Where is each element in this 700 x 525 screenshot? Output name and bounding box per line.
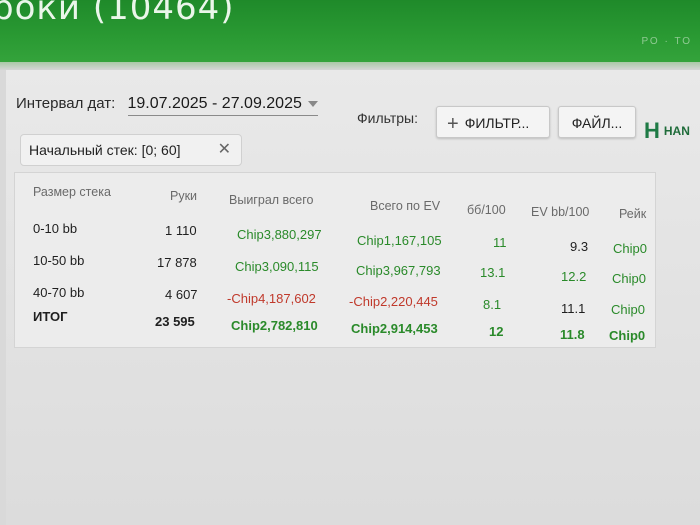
brand-text: HAN	[663, 124, 690, 138]
date-range-value: 19.07.2025 - 27.09.2025	[127, 95, 302, 112]
table-total-ev-bb100: 11.8	[560, 327, 585, 342]
table-cell-won: Chip3,090,115	[235, 259, 319, 274]
page-title: роки (10464)	[0, 0, 235, 28]
header-right-text: РО · ТО	[641, 36, 692, 47]
table-total-rake: Chip0	[609, 328, 646, 343]
table-cell-hands: 17 878	[157, 255, 197, 270]
header-shadow	[0, 62, 700, 70]
plus-icon: +	[447, 113, 459, 135]
table-cell-ev-bb100: 11.1	[561, 301, 586, 316]
filters-label: Фильтры:	[357, 110, 418, 126]
brand-logo: H HAN	[644, 118, 690, 144]
table-cell-bb100: 8.1	[483, 297, 502, 312]
date-interval-row: Интервал дат: 19.07.2025 - 27.09.2025	[16, 95, 318, 116]
table-cell-won: Chip3,880,297	[237, 227, 322, 242]
table-total-hands: 23 595	[155, 314, 195, 329]
brand-h-icon: H	[644, 118, 660, 143]
col-header-ev-bb100[interactable]: EV bb/100	[531, 205, 589, 219]
table-cell-ev: -Chip2,220,445	[349, 294, 438, 309]
date-range-select[interactable]: 19.07.2025 - 27.09.2025	[127, 95, 318, 116]
col-header-won-total[interactable]: Выиграл всего	[229, 193, 313, 207]
table-cell-rake: Chip0	[611, 302, 645, 317]
add-filter-label: ФИЛЬТР...	[464, 115, 530, 131]
table-cell-hands: 4 607	[165, 287, 198, 302]
table-cell-ev-bb100: 12.2	[561, 269, 587, 284]
active-filter-chip[interactable]: Начальный стек: [0; 60] ✕	[20, 134, 242, 166]
table-cell-hands: 1 110	[165, 223, 197, 238]
table-cell-rake: Chip0	[613, 241, 647, 256]
table-cell-won: -Chip4,187,602	[227, 291, 316, 306]
col-header-bb100[interactable]: бб/100	[467, 203, 506, 217]
table-total-bb100: 12	[489, 324, 504, 339]
interval-label: Интервал дат:	[16, 95, 116, 112]
table-total-ev: Chip2,914,453	[351, 321, 438, 336]
chevron-down-icon	[307, 100, 318, 107]
table-cell-bb100: 11	[493, 235, 507, 250]
table-cell-bb100: 13.1	[480, 265, 506, 280]
table-cell-ev: Chip3,967,793	[356, 263, 441, 278]
col-header-ev-total[interactable]: Всего по EV	[370, 199, 440, 213]
add-filter-button[interactable]: + ФИЛЬТР...	[436, 106, 550, 138]
col-header-rake[interactable]: Рейк	[619, 207, 646, 221]
app-header: роки (10464) РО · ТО	[0, 0, 700, 62]
file-button-label: ФАЙЛ...	[571, 115, 623, 131]
table-cell-size: 40-70 bb	[33, 285, 85, 300]
table-cell-size: 0-10 bb	[33, 221, 78, 236]
stats-table: Размер стека Руки Выиграл всего Всего по…	[14, 172, 656, 348]
table-cell-ev: Chip1,167,105	[357, 233, 442, 248]
table-cell-rake: Chip0	[612, 271, 646, 286]
table-total-won: Chip2,782,810	[231, 318, 318, 333]
table-cell-ev-bb100: 9.3	[570, 239, 589, 254]
table-cell-size: 10-50 bb	[33, 253, 85, 268]
file-button[interactable]: ФАЙЛ...	[558, 106, 636, 138]
close-icon[interactable]: ✕	[218, 135, 231, 165]
col-header-hands[interactable]: Руки	[170, 189, 197, 203]
filter-chip-label: Начальный стек: [0; 60]	[29, 142, 181, 158]
table-total-label: ИТОГ	[33, 309, 68, 324]
col-header-stack-size[interactable]: Размер стека	[33, 185, 111, 199]
